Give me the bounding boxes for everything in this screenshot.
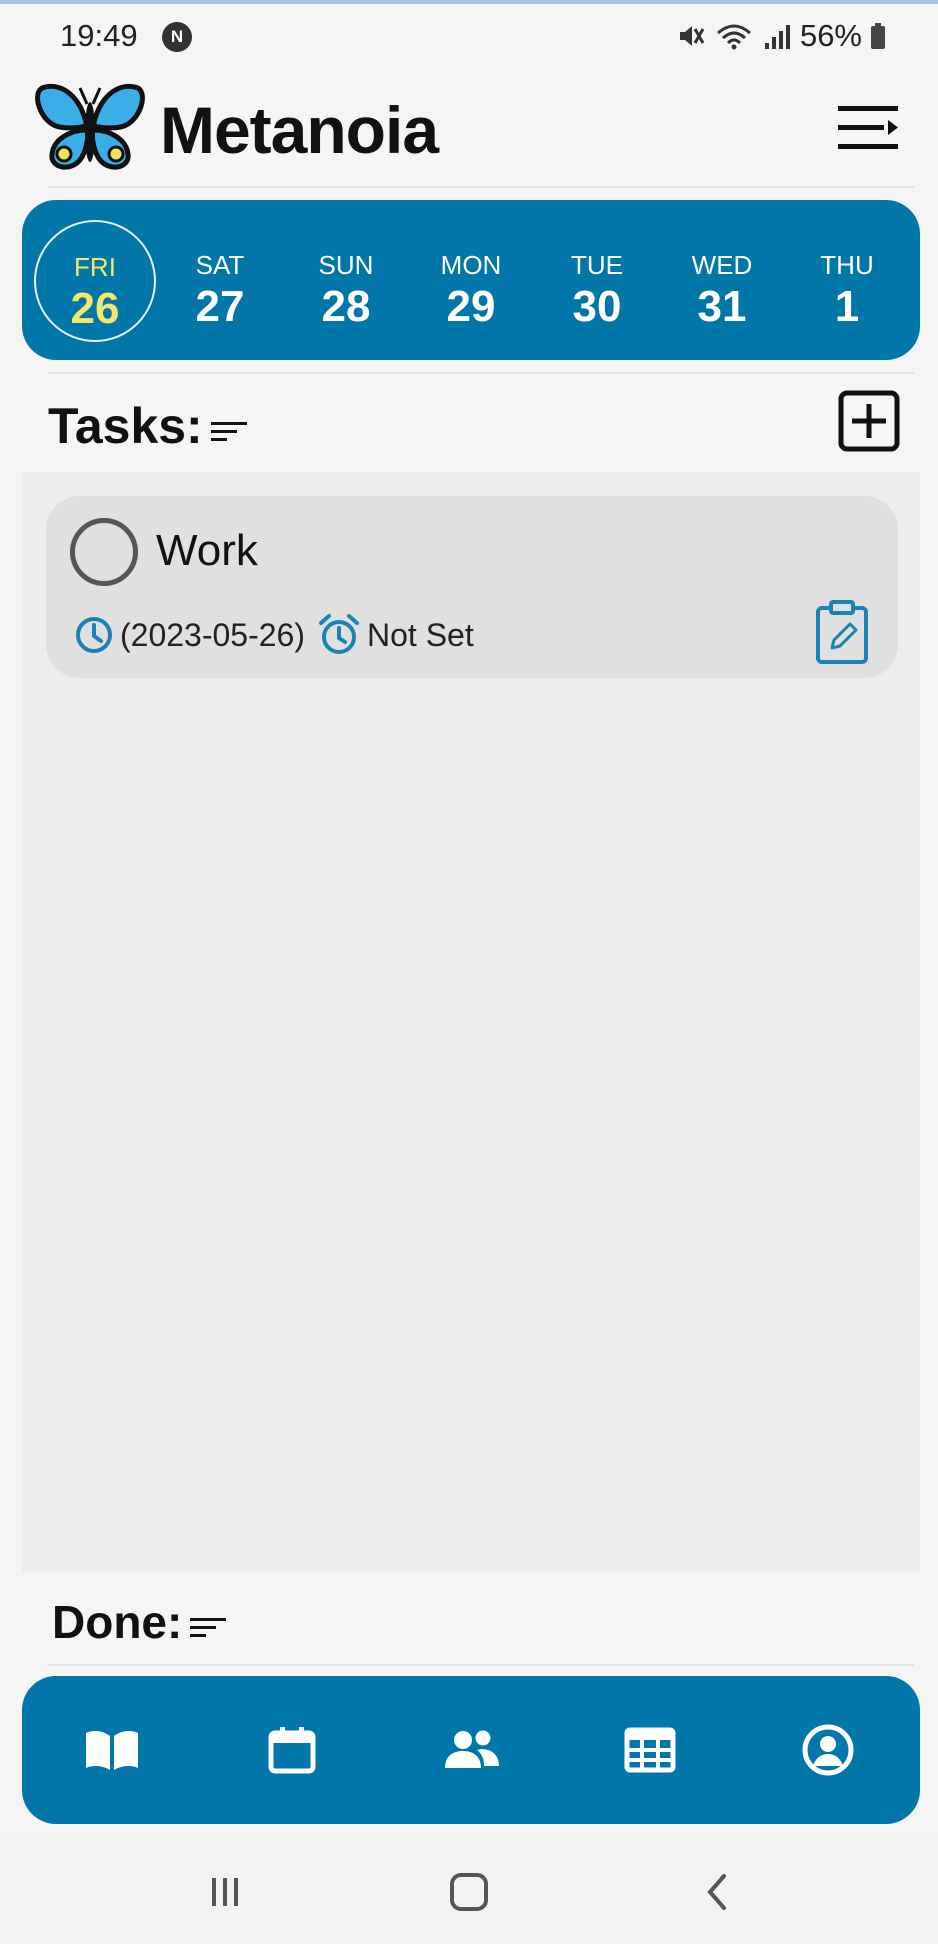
battery-percent: 56% <box>799 18 862 53</box>
clipboard-edit-icon[interactable] <box>814 600 870 666</box>
day-number: 29 <box>446 282 496 331</box>
calendar-icon <box>268 1727 316 1774</box>
book-icon <box>86 1731 138 1770</box>
day-name: SUN <box>318 250 374 280</box>
battery-icon <box>871 23 885 49</box>
notification-badge-icon: N <box>162 22 192 52</box>
clock-icon <box>76 617 112 653</box>
day-name: MON <box>440 250 502 280</box>
nav-profile[interactable] <box>798 1720 858 1780</box>
task-title: Work <box>156 526 258 575</box>
recents-icon[interactable] <box>200 1870 250 1914</box>
add-task-button[interactable] <box>838 390 900 452</box>
system-navigation-bar <box>0 1836 938 1944</box>
day-number: 28 <box>321 282 371 331</box>
app-title: Metanoia <box>160 93 439 167</box>
wifi-icon <box>716 24 751 50</box>
task-card[interactable]: Work (2023-05-26) Not Set <box>46 496 898 678</box>
signal-icon <box>764 25 790 49</box>
task-meta: (2023-05-26) Not Set <box>74 612 486 658</box>
header-divider <box>48 186 914 188</box>
day-number: 31 <box>697 282 747 331</box>
home-icon[interactable] <box>444 1870 494 1914</box>
day-thu[interactable]: THU 1 <box>786 220 908 342</box>
bottom-navigation <box>22 1676 920 1824</box>
done-heading: Done: <box>52 1592 228 1652</box>
task-date: (2023-05-26) <box>120 616 305 653</box>
day-tue[interactable]: TUE 30 <box>536 220 658 342</box>
butterfly-logo-icon <box>35 83 145 170</box>
day-number: 26 <box>70 284 120 333</box>
people-icon <box>445 1730 499 1768</box>
day-fri[interactable]: FRI 26 <box>34 220 156 342</box>
alarm-clock-icon[interactable] <box>317 613 361 657</box>
day-name: SAT <box>195 250 245 280</box>
day-sun[interactable]: SUN 28 <box>285 220 407 342</box>
status-bar: 19:49 N 56% <box>0 4 938 68</box>
app-header: Metanoia <box>0 70 938 180</box>
done-divider <box>48 1664 914 1666</box>
mute-vibrate-icon <box>679 26 705 46</box>
day-name: WED <box>691 250 753 280</box>
nav-table[interactable] <box>620 1720 680 1780</box>
nav-people[interactable] <box>442 1720 502 1780</box>
account-circle-icon <box>802 1724 854 1776</box>
tasks-panel: Work (2023-05-26) Not Set <box>22 472 920 1572</box>
tasks-heading: Tasks: <box>48 396 249 456</box>
day-name: TUE <box>571 250 623 280</box>
back-icon[interactable] <box>692 1870 742 1914</box>
sort-icon[interactable] <box>209 418 249 446</box>
nav-calendar[interactable] <box>262 1720 322 1780</box>
day-number: 30 <box>572 282 622 331</box>
sort-icon[interactable] <box>188 1614 228 1642</box>
day-number: 27 <box>195 282 245 331</box>
done-label: Done: <box>52 1596 183 1648</box>
nav-journal[interactable] <box>82 1720 142 1780</box>
day-name: THU <box>820 250 874 280</box>
day-name: FRI <box>74 252 116 282</box>
menu-collapse-icon[interactable] <box>836 100 900 156</box>
day-sat[interactable]: SAT 27 <box>159 220 281 342</box>
day-mon[interactable]: MON 29 <box>410 220 532 342</box>
status-time: 19:49 <box>60 18 138 53</box>
task-complete-checkbox[interactable] <box>70 518 138 586</box>
day-wed[interactable]: WED 31 <box>661 220 783 342</box>
status-indicators: 56% <box>676 16 886 56</box>
week-divider <box>48 372 914 374</box>
tasks-label: Tasks: <box>48 398 203 454</box>
task-alarm: Not Set <box>367 616 474 653</box>
grid-table-icon <box>624 1727 676 1773</box>
day-number: 1 <box>834 282 860 331</box>
week-strip: FRI 26 SAT 27 SUN 28 MON 29 TUE 30 WED 3… <box>22 200 920 360</box>
